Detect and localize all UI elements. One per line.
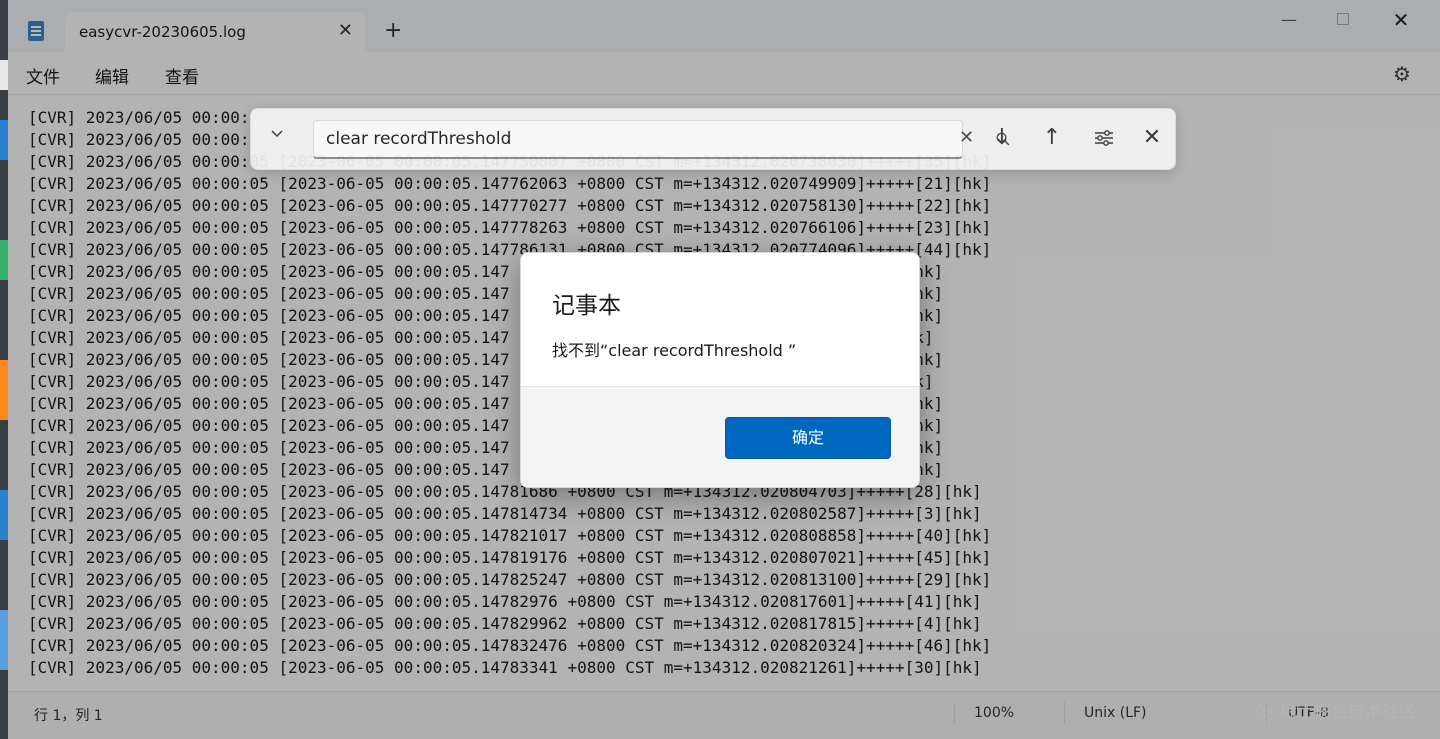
watermark-text: 稀土掘金技术社区 xyxy=(1280,702,1416,722)
menu-file[interactable]: 文件 xyxy=(26,63,60,88)
tab-title: easycvr-20230605.log xyxy=(79,23,246,41)
watermark: @ 稀土掘金技术社区 xyxy=(1256,697,1416,722)
log-line: [CVR] 2023/06/05 00:00:05 [2023-06-05 00… xyxy=(28,504,982,523)
dialog-title: 记事本 xyxy=(552,293,621,319)
log-line: [CVR] 2023/06/05 00:00:05 [2023-06-05 00… xyxy=(28,218,992,237)
desktop-left-strip xyxy=(0,0,8,739)
status-divider xyxy=(1064,702,1065,724)
title-bar: easycvr-20230605.log ✕ + — ✕ xyxy=(8,0,1440,52)
settings-gear-icon[interactable]: ⚙ xyxy=(1393,62,1411,86)
menu-view[interactable]: 查看 xyxy=(165,63,199,88)
dialog-footer: 确定 xyxy=(521,386,919,487)
log-line: [CVR] 2023/06/05 00:00:05 [2023-06-05 00… xyxy=(28,614,982,633)
maximize-button[interactable] xyxy=(1320,6,1366,34)
ok-button[interactable]: 确定 xyxy=(725,417,891,459)
window-close-button[interactable]: ✕ xyxy=(1378,6,1424,34)
find-options-icon[interactable] xyxy=(1089,123,1119,153)
find-query: clear recordThreshold xyxy=(326,129,512,149)
dialog-message: 找不到“clear recordThreshold ” xyxy=(552,341,797,360)
log-line: [CVR] 2023/06/05 00:00:05 [2023-06-05 00… xyxy=(28,592,982,611)
close-icon[interactable]: ✕ xyxy=(338,20,353,41)
find-input[interactable]: clear recordThreshold ✕ xyxy=(313,120,1010,159)
log-line: [CVR] 2023/06/05 00:00:05 [2023-06-05 00… xyxy=(28,570,992,589)
log-line: [CVR] 2023/06/05 00:00:05 [2023-06-05 00… xyxy=(28,636,992,655)
menu-edit[interactable]: 编辑 xyxy=(95,63,129,88)
notepad-message-dialog: 记事本 找不到“clear recordThreshold ” 确定 xyxy=(520,252,920,488)
status-bar: 行 1，列 1 100% Unix (LF) UTF-8 xyxy=(8,691,1440,736)
log-line: [CVR] 2023/06/05 00:00:05 [2023-06-05 00… xyxy=(28,196,992,215)
minimize-button[interactable]: — xyxy=(1266,6,1312,34)
find-next-button[interactable]: ↓ xyxy=(987,123,1017,153)
find-bar: clear recordThreshold ✕ ↓ ↑ ✕ xyxy=(250,108,1176,170)
menu-bar: 文件 编辑 查看 xyxy=(8,52,1440,95)
watermark-badge: @ xyxy=(1256,702,1276,722)
line-ending: Unix (LF) xyxy=(1084,705,1147,721)
chevron-down-icon[interactable] xyxy=(269,125,285,145)
cursor-position: 行 1，列 1 xyxy=(34,708,103,724)
log-line: [CVR] 2023/06/05 00:00:05 [2023-06-05 00… xyxy=(28,174,992,193)
log-line: [CVR] 2023/06/05 00:00: xyxy=(28,108,250,127)
log-line: [CVR] 2023/06/05 00:00:05 [2023-06-05 00… xyxy=(28,526,992,545)
find-previous-button[interactable]: ↑ xyxy=(1037,123,1067,153)
tab-easycvr-log[interactable]: easycvr-20230605.log ✕ xyxy=(65,12,365,52)
new-tab-button[interactable]: + xyxy=(384,18,402,43)
clear-icon[interactable]: ✕ xyxy=(959,127,974,148)
log-line: [CVR] 2023/06/05 00:00:05 [2023-06-05 00… xyxy=(28,548,992,567)
log-line: [CVR] 2023/06/05 00:00: xyxy=(28,130,250,149)
notepad-app-icon xyxy=(28,21,44,41)
zoom-level: 100% xyxy=(974,705,1015,721)
find-close-button[interactable]: ✕ xyxy=(1137,123,1167,153)
maximize-icon xyxy=(1337,13,1349,25)
status-divider xyxy=(954,702,955,724)
log-line: [CVR] 2023/06/05 00:00:05 [2023-06-05 00… xyxy=(28,658,982,677)
